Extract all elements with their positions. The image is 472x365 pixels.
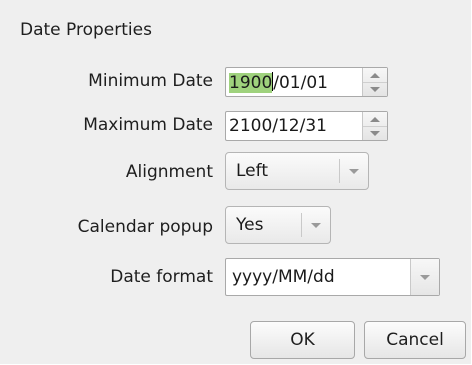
date-format-dropdown-arrow[interactable] <box>410 259 439 295</box>
date-properties-dialog: Date Properties Minimum Date 1900/01/01 … <box>0 0 472 365</box>
chevron-down-icon <box>349 168 359 174</box>
alignment-label: Alignment <box>125 162 213 182</box>
date-format-label: Date format <box>110 267 213 287</box>
minimum-date-value[interactable]: 1900/01/01 <box>229 72 328 93</box>
minimum-date-spinbox[interactable]: 1900/01/01 <box>225 67 388 97</box>
maximum-date-value[interactable]: 2100/12/31 <box>229 116 327 136</box>
maximum-date-spinbox[interactable]: 2100/12/31 <box>225 111 388 141</box>
maximum-date-decrement-button[interactable] <box>363 126 387 140</box>
cancel-button[interactable]: Cancel <box>364 321 466 359</box>
alignment-value: Left <box>236 161 268 181</box>
alignment-dropdown[interactable]: Left <box>225 152 369 190</box>
calendar-popup-dropdown-arrow[interactable] <box>301 213 330 237</box>
calendar-popup-label: Calendar popup <box>77 217 213 237</box>
minimum-date-increment-button[interactable] <box>363 68 387 83</box>
minimum-date-label: Minimum Date <box>88 71 213 91</box>
dialog-title: Date Properties <box>20 20 152 40</box>
ok-button[interactable]: OK <box>250 321 355 359</box>
down-arrow-icon <box>370 86 380 92</box>
minimum-date-remaining-text: /01/01 <box>273 73 328 93</box>
maximum-date-spin-buttons <box>362 112 387 140</box>
chevron-down-icon <box>311 222 321 228</box>
calendar-popup-value: Yes <box>236 215 264 235</box>
calendar-popup-dropdown[interactable]: Yes <box>225 206 331 244</box>
date-format-combobox[interactable]: yyyy/MM/dd <box>225 258 440 296</box>
maximum-date-label: Maximum Date <box>83 115 213 135</box>
up-arrow-icon <box>370 72 380 78</box>
minimum-date-decrement-button[interactable] <box>363 82 387 96</box>
minimum-date-selected-text: 1900 <box>229 73 273 93</box>
down-arrow-icon <box>370 130 380 136</box>
minimum-date-spin-buttons <box>362 68 387 96</box>
maximum-date-increment-button[interactable] <box>363 112 387 127</box>
date-format-value[interactable]: yyyy/MM/dd <box>232 259 335 295</box>
chevron-down-icon <box>420 274 430 280</box>
alignment-dropdown-arrow[interactable] <box>339 159 368 183</box>
up-arrow-icon <box>370 116 380 122</box>
